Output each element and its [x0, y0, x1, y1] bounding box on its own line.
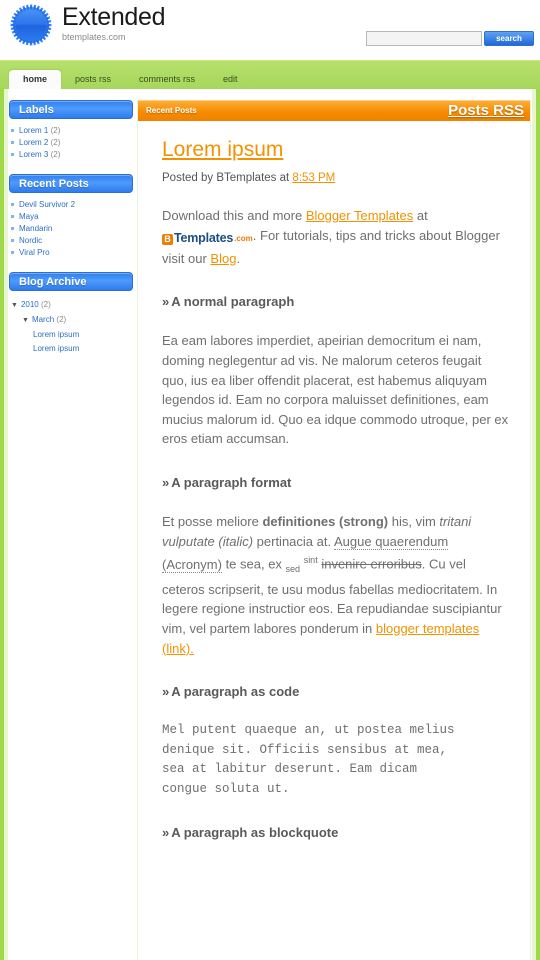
list-item[interactable]: Devil Survivor 2: [9, 199, 133, 211]
recent-posts-list: Devil Survivor 2 Maya Mandarin Nordic Vi…: [9, 199, 133, 259]
search-input[interactable]: [366, 31, 482, 46]
widget-labels: Labels Lorem 1 (2) Lorem 2 (2) Lorem 3 (…: [9, 100, 133, 161]
archive-year-label: 2010: [20, 300, 39, 309]
post-meta-prefix: Posted by BTemplates at: [162, 172, 290, 184]
fmt-strong: definitiones (strong): [262, 514, 389, 530]
section-heading-paragraph-as-blockquote: » A paragraph as blockquote: [162, 825, 510, 840]
heading-text: A paragraph format: [171, 475, 292, 491]
archive-month-row[interactable]: ▼ March (2): [9, 313, 133, 328]
btemplates-com: .com: [234, 234, 253, 244]
search-form: search: [366, 31, 534, 46]
main-section-bar: Recent Posts Posts RSS: [138, 100, 530, 121]
list-item[interactable]: Lorem 1 (2): [9, 125, 133, 137]
post-area: Lorem ipsum Posted by BTemplates at 8:53…: [138, 121, 530, 840]
intro-part1: Download this and more: [162, 208, 306, 223]
post-time-link[interactable]: 8:53 PM: [292, 172, 335, 184]
brand[interactable]: Extended btemplates.com: [8, 2, 166, 48]
intro-part2: at: [413, 208, 428, 223]
list-item[interactable]: Nordic: [9, 235, 133, 247]
label-text: Lorem 3: [19, 150, 49, 159]
sidebar: Labels Lorem 1 (2) Lorem 2 (2) Lorem 3 (…: [0, 89, 133, 960]
guillemet-icon: »: [162, 475, 170, 491]
heading-text: A normal paragraph: [171, 294, 295, 310]
archive-year-row[interactable]: ▼ 2010 (2): [9, 298, 133, 313]
archive-year-count: (2): [40, 300, 51, 309]
main-content: Recent Posts Posts RSS Lorem ipsum Poste…: [137, 100, 531, 960]
site-description: btemplates.com: [62, 32, 126, 42]
heading-text: A paragraph as blockquote: [171, 825, 339, 841]
btemplates-b-mark: B: [162, 233, 173, 245]
fmt-t2: his, vim: [388, 514, 440, 530]
fmt-t3: pertinacia at.: [253, 533, 334, 549]
nav-item-comments-rss[interactable]: comments rss: [125, 70, 209, 89]
post-title-link[interactable]: Lorem ipsum: [162, 138, 283, 162]
btemplates-wordmark: Templates: [174, 231, 234, 246]
list-item[interactable]: Lorem 3 (2): [9, 149, 133, 161]
label-count: (2): [50, 138, 61, 147]
label-text: Lorem 2: [19, 138, 49, 147]
site-header: Extended btemplates.com search: [0, 0, 540, 60]
archive-month-count: (2): [56, 315, 67, 324]
btemplates-logo-icon: B Templates .com: [162, 229, 253, 249]
main-navigation: home posts rss comments rss edit: [0, 60, 540, 89]
list-item[interactable]: Viral Pro: [9, 247, 133, 259]
guillemet-icon: »: [162, 294, 170, 310]
main-bar-title: Recent Posts: [146, 106, 197, 115]
labels-list: Lorem 1 (2) Lorem 2 (2) Lorem 3 (2): [9, 125, 133, 161]
chevron-down-icon[interactable]: ▼: [11, 302, 18, 309]
starburst-logo-icon: [8, 2, 54, 48]
fmt-superscript: sint: [303, 555, 318, 566]
intro-part4: .: [236, 250, 241, 266]
page-frame: Labels Lorem 1 (2) Lorem 2 (2) Lorem 3 (…: [0, 89, 540, 960]
list-item[interactable]: Mandarin: [9, 223, 133, 235]
guillemet-icon: »: [162, 825, 170, 841]
fmt-subscript: sed: [285, 564, 301, 575]
section-heading-paragraph-format: » A paragraph format: [162, 475, 510, 490]
post-meta: Posted by BTemplates at 8:53 PM: [162, 172, 510, 184]
heading-text: A paragraph as code: [171, 684, 300, 700]
code-block: Mel putent quaeque an, ut postea melius …: [162, 723, 455, 796]
guillemet-icon: »: [162, 684, 170, 700]
list-item[interactable]: Maya: [9, 211, 133, 223]
post-intro-paragraph: Download this and more Blogger Templates…: [162, 206, 510, 268]
chevron-down-icon[interactable]: ▼: [22, 317, 29, 324]
widget-title-recent-posts: Recent Posts: [9, 174, 133, 193]
fmt-t1: Et posse meliore: [162, 514, 263, 530]
fmt-t4: te sea, ex: [221, 556, 286, 572]
brand-text: Extended btemplates.com: [62, 2, 166, 43]
format-paragraph: Et posse meliore definitiones (strong) h…: [162, 512, 510, 658]
search-button[interactable]: search: [484, 31, 534, 46]
label-count: (2): [50, 150, 61, 159]
widget-recent-posts: Recent Posts Devil Survivor 2 Maya Manda…: [9, 174, 133, 259]
section-heading-normal-paragraph: » A normal paragraph: [162, 294, 510, 309]
widget-title-blog-archive: Blog Archive: [9, 272, 133, 291]
nav-item-edit[interactable]: edit: [209, 70, 252, 89]
label-count: (2): [50, 126, 61, 135]
normal-paragraph-text: Ea eam labores imperdiet, apeirian democ…: [162, 333, 509, 447]
widget-title-labels: Labels: [9, 100, 133, 119]
section-heading-paragraph-as-code: » A paragraph as code: [162, 684, 510, 699]
nav-item-posts-rss[interactable]: posts rss: [61, 70, 125, 89]
posts-rss-link[interactable]: Posts RSS: [448, 102, 524, 119]
list-item[interactable]: Lorem 2 (2): [9, 137, 133, 149]
nav-item-home[interactable]: home: [9, 70, 62, 89]
archive-entry[interactable]: Lorem ipsum: [9, 328, 133, 342]
label-text: Lorem 1: [19, 126, 49, 135]
blogger-templates-link[interactable]: Blogger Templates: [306, 208, 413, 223]
archive-entry[interactable]: Lorem ipsum: [9, 342, 133, 356]
nav-list: home posts rss comments rss edit: [0, 61, 540, 89]
blog-link[interactable]: Blog: [210, 251, 236, 266]
widget-blog-archive: Blog Archive ▼ 2010 (2) ▼ March (2) Lorem …: [9, 272, 133, 356]
fmt-strikethrough: invenire erroribus: [321, 556, 422, 572]
archive-tree: ▼ 2010 (2) ▼ March (2) Lorem ipsum Lorem i…: [9, 298, 133, 356]
archive-month-label: March: [31, 315, 55, 324]
site-title: Extended: [62, 3, 166, 31]
